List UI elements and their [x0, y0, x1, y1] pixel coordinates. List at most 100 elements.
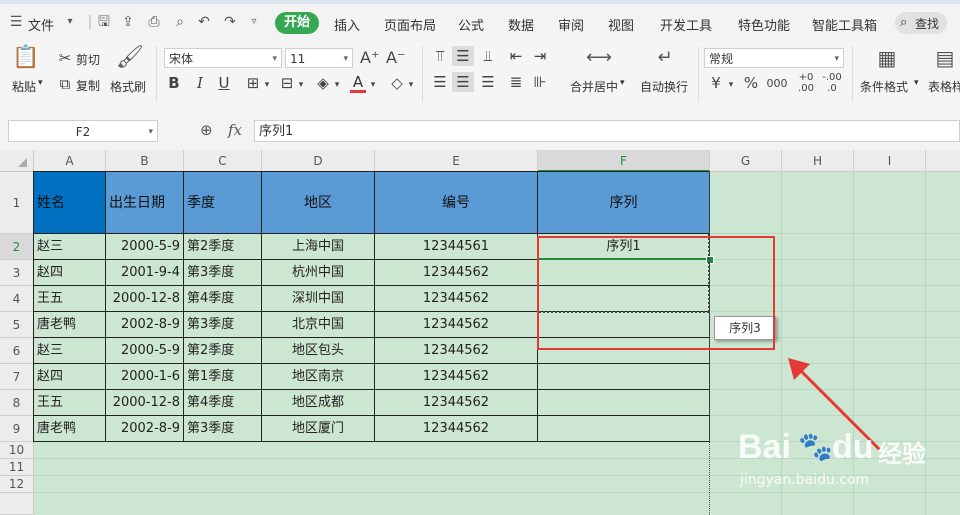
fill-color-icon[interactable]: ◈: [314, 75, 332, 91]
header-cell-region[interactable]: 地区: [261, 171, 375, 234]
chevron-down-icon[interactable]: ▾: [368, 77, 378, 93]
chevron-down-icon[interactable]: ▾: [726, 77, 736, 93]
cell-sequence[interactable]: [537, 415, 710, 442]
row-header[interactable]: [0, 493, 34, 515]
cell-name[interactable]: 王五: [33, 389, 106, 416]
preview-icon[interactable]: ⌕: [172, 14, 188, 30]
print-icon[interactable]: ⎙: [146, 14, 162, 30]
conditional-format-button[interactable]: 条件格式: [860, 78, 908, 95]
chevron-down-icon[interactable]: ▾: [332, 77, 342, 93]
function-button[interactable]: fx: [228, 121, 242, 139]
tab-formula[interactable]: 公式: [458, 15, 484, 34]
table-style-button[interactable]: 表格样: [928, 78, 960, 95]
row-header[interactable]: 6: [0, 338, 34, 364]
cell-quarter[interactable]: 第3季度: [183, 311, 262, 338]
align-center-icon[interactable]: ☰: [452, 72, 474, 92]
cell-region[interactable]: 杭州中国: [261, 259, 375, 286]
header-cell-quarter[interactable]: 季度: [183, 171, 262, 234]
header-cell-birth-date[interactable]: 出生日期: [105, 171, 184, 234]
cell-sequence[interactable]: [537, 363, 710, 390]
cell-birth-date[interactable]: 2002-8-9: [105, 415, 184, 442]
cell-name[interactable]: 赵四: [33, 259, 106, 286]
wrap-text-icon[interactable]: ↵: [652, 46, 678, 70]
chevron-down-icon[interactable]: ▾: [62, 14, 78, 30]
hamburger-icon[interactable]: ☰: [8, 14, 24, 30]
copy-icon[interactable]: ⧉: [56, 76, 74, 92]
wrap-text-button[interactable]: 自动换行: [640, 78, 688, 95]
merge-center-button[interactable]: 合并居中: [570, 78, 618, 95]
cell-name[interactable]: 赵三: [33, 337, 106, 364]
paste-dropdown-icon[interactable]: ▾: [38, 78, 43, 88]
cell-quarter[interactable]: 第2季度: [183, 337, 262, 364]
cell-birth-date[interactable]: 2000-5-9: [105, 337, 184, 364]
align-left-icon[interactable]: ☰: [430, 74, 450, 90]
cell-region[interactable]: 地区南京: [261, 363, 375, 390]
cell-birth-date[interactable]: 2000-12-8: [105, 389, 184, 416]
border-icon[interactable]: ⊞: [244, 75, 262, 91]
cell-birth-date[interactable]: 2000-12-8: [105, 285, 184, 312]
column-header-h[interactable]: H: [782, 150, 854, 172]
tab-developer[interactable]: 开发工具: [660, 15, 712, 34]
tab-data[interactable]: 数据: [508, 15, 534, 34]
header-cell-name[interactable]: 姓名: [33, 171, 106, 234]
cell-code[interactable]: 12344562: [374, 311, 538, 338]
row-header[interactable]: 7: [0, 364, 34, 390]
cell-code[interactable]: 12344562: [374, 415, 538, 442]
tab-view[interactable]: 视图: [608, 15, 634, 34]
cell-birth-date[interactable]: 2000-5-9: [105, 233, 184, 260]
cell-code[interactable]: 12344562: [374, 337, 538, 364]
align-bottom-icon[interactable]: ⫫: [478, 48, 498, 64]
row-header[interactable]: 12: [0, 476, 34, 493]
format-painter-icon[interactable]: 🖌: [116, 46, 144, 70]
column-header-next[interactable]: [926, 150, 960, 172]
paste-icon[interactable]: 📋: [12, 46, 39, 70]
formula-input[interactable]: 序列1: [254, 120, 960, 142]
cell-region[interactable]: 地区包头: [261, 337, 375, 364]
cell-region[interactable]: 深圳中国: [261, 285, 375, 312]
cell-code[interactable]: 12344561: [374, 233, 538, 260]
cell-code[interactable]: 12344562: [374, 363, 538, 390]
chevron-down-icon[interactable]: ▾: [620, 78, 625, 88]
align-right-icon[interactable]: ☰: [478, 74, 498, 90]
row-header[interactable]: 3: [0, 260, 34, 286]
cell-birth-date[interactable]: 2002-8-9: [105, 311, 184, 338]
align-top-icon[interactable]: ⫪: [430, 48, 450, 64]
redo-icon[interactable]: ↷: [222, 14, 238, 30]
cell-style-icon[interactable]: ⊟: [278, 75, 296, 91]
italic-button[interactable]: I: [192, 75, 208, 91]
currency-icon[interactable]: ¥: [708, 75, 724, 91]
thousands-button[interactable]: 000: [764, 76, 790, 92]
chevron-down-icon[interactable]: ▾: [406, 77, 416, 93]
cell-quarter[interactable]: 第4季度: [183, 389, 262, 416]
column-header-i[interactable]: I: [854, 150, 926, 172]
cell-quarter[interactable]: 第3季度: [183, 259, 262, 286]
cell-quarter[interactable]: 第4季度: [183, 285, 262, 312]
table-style-icon[interactable]: ▤: [932, 46, 958, 70]
percent-button[interactable]: %: [742, 75, 760, 91]
column-header-d[interactable]: D: [262, 150, 375, 172]
save-icon[interactable]: 🖫: [96, 14, 112, 30]
font-name-select[interactable]: 宋体 ▾: [164, 48, 282, 68]
zoom-icon[interactable]: ⊕: [200, 121, 213, 139]
customize-dropdown-icon[interactable]: ▿: [246, 14, 262, 30]
cell-quarter[interactable]: 第1季度: [183, 363, 262, 390]
chevron-down-icon[interactable]: ▾: [914, 78, 919, 88]
row-header[interactable]: 5: [0, 312, 34, 338]
eraser-icon[interactable]: ◇: [388, 75, 406, 91]
cell-sequence[interactable]: [537, 389, 710, 416]
column-header-g[interactable]: G: [710, 150, 782, 172]
tab-start[interactable]: 开始: [275, 12, 319, 34]
column-header-e[interactable]: E: [375, 150, 538, 172]
name-box[interactable]: F2 ▾: [8, 120, 158, 142]
decrease-decimal-button[interactable]: -.00 .0: [820, 72, 844, 94]
row-header[interactable]: 4: [0, 286, 34, 312]
format-painter-button[interactable]: 格式刷: [110, 78, 146, 95]
cell-code[interactable]: 12344562: [374, 285, 538, 312]
cell-name[interactable]: 唐老鸭: [33, 311, 106, 338]
justify-icon[interactable]: ≣: [506, 74, 526, 90]
cell-name[interactable]: 唐老鸭: [33, 415, 106, 442]
increase-decimal-button[interactable]: +0 .00: [794, 72, 818, 94]
indent-increase-icon[interactable]: ⇥: [530, 48, 550, 64]
copy-button[interactable]: 复制: [76, 77, 100, 94]
font-size-select[interactable]: 11 ▾: [285, 48, 353, 68]
